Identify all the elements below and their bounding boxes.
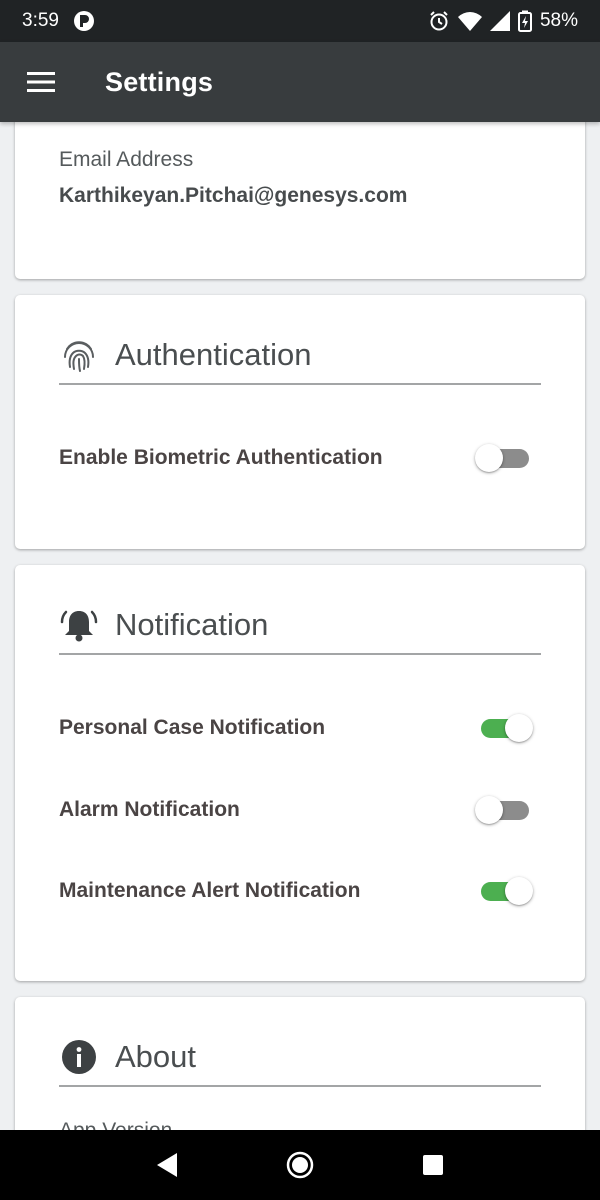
back-icon[interactable]: [147, 1145, 187, 1185]
home-icon[interactable]: [280, 1145, 320, 1185]
personal-case-setting-row: Personal Case Notification: [59, 708, 533, 748]
app-version-label: App Version: [59, 1119, 172, 1130]
alarm-label: Alarm Notification: [59, 798, 240, 821]
toggle-thumb: [505, 877, 533, 905]
section-divider: [59, 383, 541, 385]
status-time: 3:59: [22, 10, 59, 31]
maintenance-alert-toggle[interactable]: [475, 871, 533, 911]
alarm-toggle[interactable]: [475, 790, 533, 830]
alarm-icon: [428, 10, 450, 32]
notification-header: Notification: [59, 595, 541, 655]
cell-signal-icon: [489, 11, 510, 31]
biometric-toggle[interactable]: [475, 438, 533, 478]
about-card: About App Version: [15, 997, 585, 1130]
alarm-setting-row: Alarm Notification: [59, 790, 533, 830]
page-title: Settings: [105, 66, 214, 97]
hamburger-menu-icon[interactable]: [0, 42, 82, 122]
battery-charging-icon: [517, 10, 532, 32]
maintenance-alert-label: Maintenance Alert Notification: [59, 879, 361, 902]
email-label: Email Address: [59, 148, 194, 171]
notification-card: Notification Personal Case Notification …: [15, 565, 585, 981]
toggle-thumb: [505, 714, 533, 742]
about-header: About: [59, 1027, 541, 1087]
section-divider: [59, 1085, 541, 1087]
system-nav-bar: [0, 1130, 600, 1200]
toggle-thumb: [475, 444, 503, 472]
status-bar: 3:59 58%: [0, 0, 600, 42]
settings-screen: 3:59 58% Settings Email Address Karthike…: [0, 0, 600, 1200]
authentication-card: Authentication Enable Biometric Authenti…: [15, 295, 585, 549]
wifi-icon: [457, 11, 482, 31]
authentication-title: Authentication: [115, 337, 312, 372]
personal-case-toggle[interactable]: [475, 708, 533, 748]
toggle-thumb: [475, 796, 503, 824]
recents-icon[interactable]: [413, 1145, 453, 1185]
app-bar: Settings: [0, 42, 600, 122]
info-icon: [59, 1037, 99, 1077]
email-value: Karthikeyan.Pitchai@genesys.com: [59, 184, 408, 207]
settings-list[interactable]: Email Address Karthikeyan.Pitchai@genesy…: [0, 122, 600, 1130]
maintenance-alert-setting-row: Maintenance Alert Notification: [59, 871, 533, 911]
bell-ringing-icon: [59, 605, 99, 645]
profile-card: Email Address Karthikeyan.Pitchai@genesy…: [15, 122, 585, 279]
notification-title: Notification: [115, 607, 269, 642]
battery-percent: 58%: [539, 10, 578, 31]
section-divider: [59, 653, 541, 655]
fingerprint-icon: [59, 335, 99, 375]
biometric-label: Enable Biometric Authentication: [59, 446, 383, 469]
app-notification-icon: [73, 10, 95, 32]
about-title: About: [115, 1039, 197, 1074]
biometric-setting-row: Enable Biometric Authentication: [59, 438, 533, 478]
authentication-header: Authentication: [59, 325, 541, 385]
personal-case-label: Personal Case Notification: [59, 716, 326, 739]
